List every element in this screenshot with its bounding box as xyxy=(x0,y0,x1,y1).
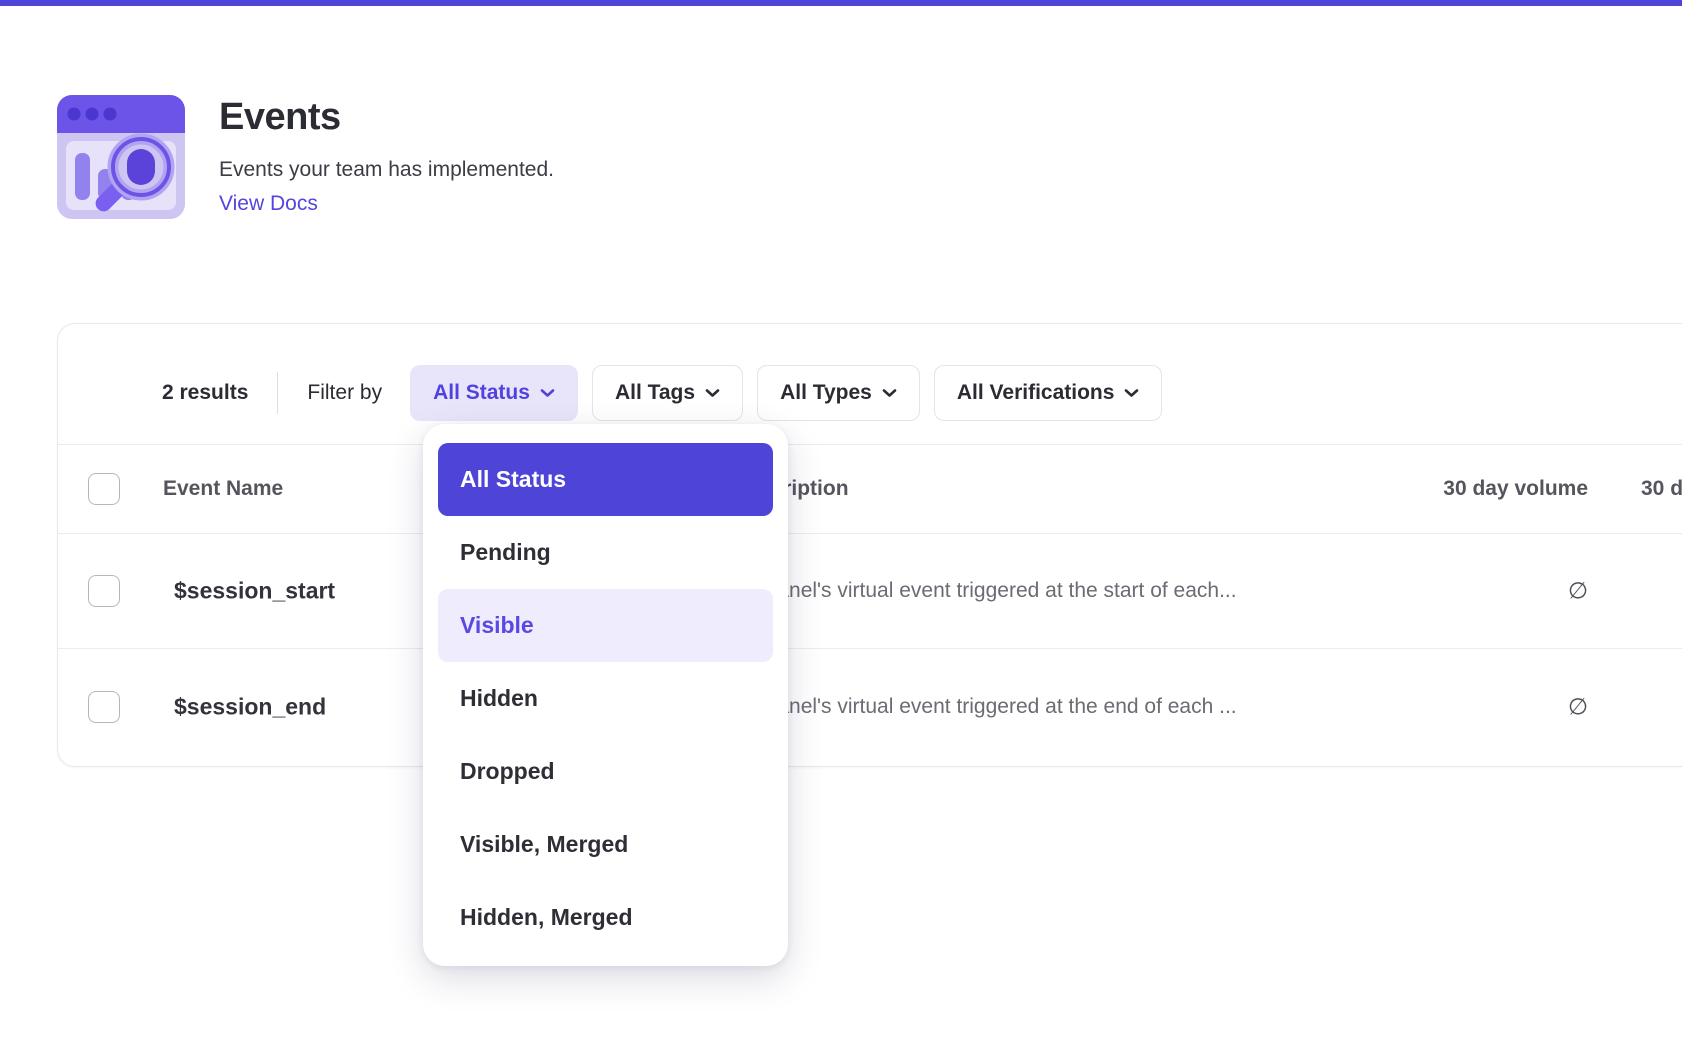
column-header-30-day-volume[interactable]: 30 day volume xyxy=(1208,477,1588,501)
status-option-hidden-merged[interactable]: Hidden, Merged xyxy=(438,881,773,954)
status-option-hidden[interactable]: Hidden xyxy=(438,662,773,735)
filter-by-label: Filter by xyxy=(307,381,382,405)
status-filter-dropdown: All Status Pending Visible Hidden Droppe… xyxy=(423,424,788,966)
filter-types-button[interactable]: All Types xyxy=(757,365,920,421)
status-option-visible[interactable]: Visible xyxy=(438,589,773,662)
status-option-pending[interactable]: Pending xyxy=(438,516,773,589)
top-accent-bar xyxy=(0,0,1682,6)
page-title: Events xyxy=(219,96,341,139)
page-subtitle: Events your team has implemented. xyxy=(219,158,554,182)
event-description: Mixpanel's virtual event triggered at th… xyxy=(733,695,1237,719)
event-30-day-volume: ∅ xyxy=(1208,693,1588,720)
filter-toolbar: 2 results Filter by All Status All Tags … xyxy=(162,365,1176,421)
event-30-day-volume: ∅ xyxy=(1208,578,1588,605)
event-description: Mixpanel's virtual event triggered at th… xyxy=(733,579,1237,603)
chevron-down-icon xyxy=(882,388,897,398)
chevron-down-icon xyxy=(540,388,555,398)
table-header-row: Event Name Description 30 day volume 30 … xyxy=(58,444,1682,534)
chevron-down-icon xyxy=(1124,388,1139,398)
table-row: $session_start Mixpanel's virtual event … xyxy=(58,534,1682,649)
status-option-dropped[interactable]: Dropped xyxy=(438,735,773,808)
filter-types-label: All Types xyxy=(780,381,872,405)
results-count: 2 results xyxy=(162,381,248,405)
events-panel: 2 results Filter by All Status All Tags … xyxy=(57,323,1682,767)
filter-tags-button[interactable]: All Tags xyxy=(592,365,743,421)
toolbar-divider xyxy=(277,372,278,414)
filter-verifications-button[interactable]: All Verifications xyxy=(934,365,1163,421)
row-checkbox[interactable] xyxy=(88,691,120,723)
filter-status-label: All Status xyxy=(433,381,530,405)
event-name[interactable]: $session_end xyxy=(174,693,326,720)
view-docs-link[interactable]: View Docs xyxy=(219,192,318,216)
filter-tags-label: All Tags xyxy=(615,381,695,405)
filter-status-button[interactable]: All Status xyxy=(410,365,578,421)
select-all-checkbox[interactable] xyxy=(88,473,120,505)
event-name[interactable]: $session_start xyxy=(174,578,335,605)
table-row: $session_end Mixpanel's virtual event tr… xyxy=(58,649,1682,764)
status-option-all-status[interactable]: All Status xyxy=(438,443,773,516)
column-header-30-day-users-truncated[interactable]: 30 d xyxy=(1641,477,1682,501)
browser-analytics-magnifier-icon xyxy=(57,95,185,219)
row-checkbox[interactable] xyxy=(88,575,120,607)
events-page: Events Events your team has implemented.… xyxy=(0,0,1682,1046)
filter-verifications-label: All Verifications xyxy=(957,381,1115,405)
column-header-event-name[interactable]: Event Name xyxy=(163,477,283,501)
chevron-down-icon xyxy=(705,388,720,398)
status-option-visible-merged[interactable]: Visible, Merged xyxy=(438,808,773,881)
